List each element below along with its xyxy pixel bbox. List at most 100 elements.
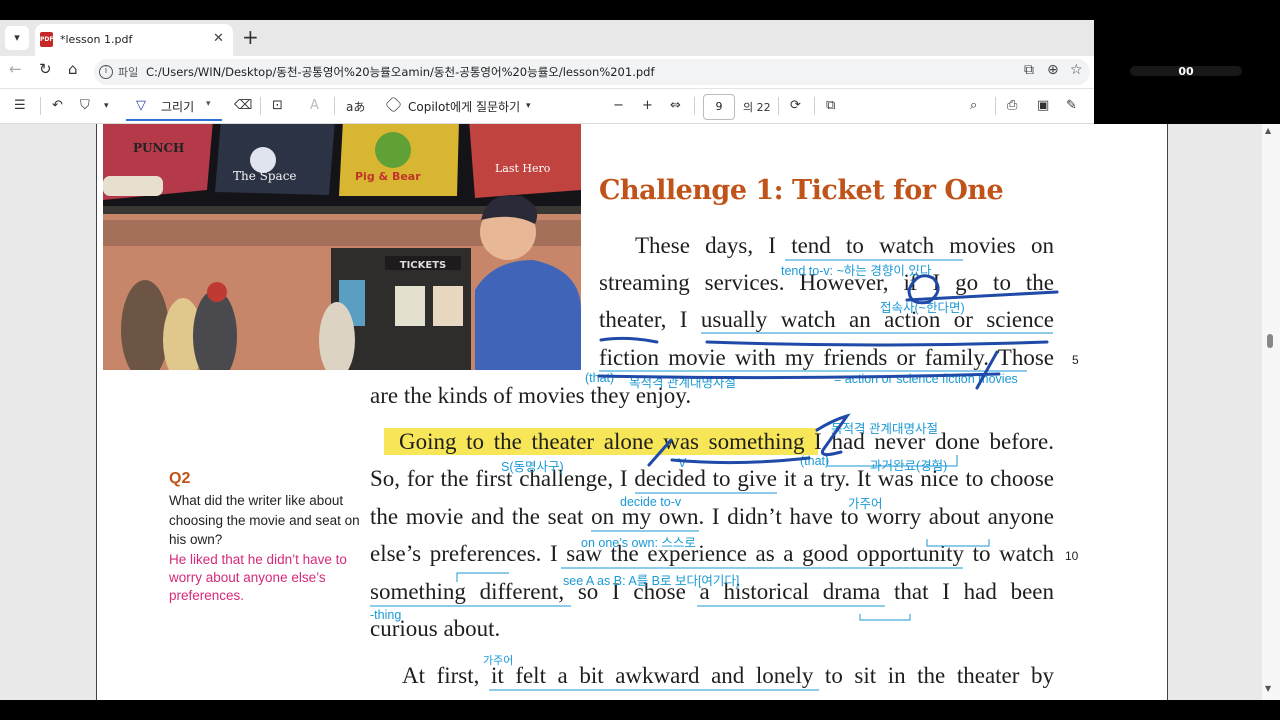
tab-strip: ▾ PDF *lesson 1.pdf ✕ + — [0, 20, 1094, 56]
poster-the-space: The Space — [233, 169, 297, 183]
zoom-in-icon[interactable]: + — [642, 98, 653, 113]
copilot-icon — [385, 96, 402, 113]
note-conjunction: 접속사(~한다면) — [880, 301, 965, 315]
bracket-that-i-had — [859, 614, 911, 621]
undo-icon[interactable]: ↶ — [52, 98, 63, 113]
save-icon[interactable]: ▣ — [1037, 98, 1049, 113]
text-line-3: theater, I usually watch an action or sc… — [599, 307, 1054, 332]
movie-theater-illustration: PUNCH The Space Pig & Bear Last Hero TIC… — [103, 124, 581, 370]
ink-underline-was-something — [670, 456, 811, 465]
back-arrow-icon[interactable]: ← — [9, 60, 22, 78]
pdf-page: PUNCH The Space Pig & Bear Last Hero TIC… — [96, 124, 1168, 700]
note-dummy-subject-2: 가주어 — [483, 655, 514, 667]
text-line-4: fiction movie with my friends or family.… — [599, 345, 1054, 370]
pen-icon: ▽ — [136, 98, 146, 113]
poster-last-hero: Last Hero — [495, 162, 551, 175]
overlay-timer: 00 — [1178, 65, 1194, 78]
draw-chevron-icon[interactable]: ▾ — [206, 99, 211, 109]
toolbar-divider — [334, 97, 335, 115]
ink-underline-theater — [599, 336, 659, 344]
toolbar-divider — [694, 97, 695, 115]
favorite-star-icon[interactable]: ☆ — [1070, 62, 1083, 78]
pdf-file-icon: PDF — [40, 32, 53, 47]
tab-title: *lesson 1.pdf — [60, 33, 133, 46]
illustration-drawing: PUNCH The Space Pig & Bear Last Hero TIC… — [103, 124, 581, 370]
draw-button[interactable]: ▽ 그리기 ▾ — [126, 93, 222, 121]
scroll-up-arrow-icon[interactable]: ▲ — [1265, 126, 1271, 135]
highlight-icon[interactable]: ⛉ — [80, 98, 90, 113]
toolbar-divider — [40, 97, 41, 115]
add-text-icon[interactable]: ⊡ — [272, 98, 283, 113]
question-answer: He liked that he didn’t have to worry ab… — [169, 552, 347, 603]
question-text: What did the writer like about choosing … — [169, 493, 360, 547]
question-title: Q2 — [169, 470, 191, 487]
bottom-black-bar — [0, 700, 1280, 720]
home-icon[interactable]: ⌂ — [68, 60, 78, 78]
note-action-movies: = action or science fiction movies — [834, 372, 1018, 386]
fit-page-icon[interactable]: ⇔ — [670, 98, 681, 113]
search-icon[interactable]: ⌕ — [970, 98, 977, 113]
tab-lesson-pdf[interactable]: PDF *lesson 1.pdf ✕ — [35, 24, 233, 56]
top-black-bar — [0, 0, 1280, 20]
note-verb: V — [678, 456, 687, 470]
note-gerund-subject: S(동명사구) — [501, 460, 564, 474]
eraser-icon[interactable]: ⌫ — [234, 98, 252, 113]
info-icon[interactable]: i — [99, 65, 113, 79]
page-total: 의 22 — [743, 101, 771, 114]
note-past-perfect: 과거완료(경험) — [870, 459, 948, 473]
note-thing: -thing — [370, 608, 402, 622]
read-aloud-icon[interactable]: ⧉ — [1024, 62, 1034, 78]
tab-list-chevron-icon[interactable]: ▾ — [5, 26, 29, 50]
close-tab-icon[interactable]: ✕ — [213, 31, 224, 46]
vertical-scrollbar[interactable]: ▲ ▼ — [1262, 124, 1280, 700]
challenge-heading: Challenge 1: Ticket for One — [599, 175, 1004, 206]
contents-list-icon[interactable]: ☰ — [14, 98, 26, 113]
refresh-icon[interactable]: ↻ — [39, 60, 52, 78]
zoom-icon[interactable]: ⊕ — [1047, 62, 1059, 78]
note-that-2: (that) — [800, 454, 830, 468]
note-decide-to: decide to-v — [620, 495, 682, 509]
page-view-icon[interactable]: ⧉ — [826, 98, 835, 113]
line-number-5: 5 — [1072, 353, 1079, 367]
page-number-input[interactable]: 9 — [703, 94, 735, 120]
line-number-10: 10 — [1065, 549, 1079, 563]
scroll-down-arrow-icon[interactable]: ▼ — [1265, 684, 1271, 693]
address-row: ← ↻ ⌂ i 파일 C:/Users/WIN/Desktop/동천-공통영어%… — [0, 56, 1094, 88]
draw-label: 그리기 — [161, 100, 195, 114]
note-tend-to: tend to-v: ~하는 경향이 있다 — [781, 264, 932, 278]
copilot-button[interactable]: Copilot에게 질문하기 — [408, 98, 520, 115]
poster-pig-bear: Pig & Bear — [355, 170, 421, 183]
text-line-9: else’s preferences. I saw the experience… — [370, 541, 1054, 566]
note-relative-clause-1: 목적격 관계대명사절 — [629, 376, 736, 390]
browser-window: ▾ PDF *lesson 1.pdf ✕ + ← ↻ ⌂ i 파일 C:/Us… — [0, 20, 1094, 124]
copilot-chevron-icon[interactable]: ▾ — [526, 101, 531, 111]
text-format-icon: A — [310, 98, 319, 113]
scroll-thumb[interactable] — [1267, 334, 1273, 348]
text-line-6: Going to the theater alone was something… — [399, 429, 1054, 454]
toolbar-divider — [260, 97, 261, 115]
video-overlay: 00 — [1094, 20, 1280, 124]
note-that-1: (that) — [585, 371, 615, 385]
toolbar-divider — [995, 97, 996, 115]
url-text[interactable]: C:/Users/WIN/Desktop/동천-공통영어%20능률오amin/동… — [146, 64, 655, 80]
toolbar-divider — [778, 97, 779, 115]
poster-punch: PUNCH — [133, 141, 184, 155]
print-icon[interactable]: ⎙ — [1007, 98, 1017, 113]
tickets-sign: TICKETS — [400, 260, 446, 271]
rotate-icon[interactable]: ⟳ — [790, 98, 801, 113]
note-dummy-subject-1: 가주어 — [848, 497, 883, 511]
zoom-out-icon[interactable]: − — [613, 98, 624, 113]
text-line-8: the movie and the seat on my own. I didn… — [370, 504, 1054, 529]
note-see-a-as-b: see A as B: A를 B로 보다[여기다] — [563, 574, 740, 588]
new-tab-plus-icon[interactable]: + — [242, 25, 259, 49]
highlight-chevron-icon[interactable]: ▾ — [104, 101, 109, 111]
pdf-viewer[interactable]: PUNCH The Space Pig & Bear Last Hero TIC… — [0, 124, 1280, 700]
save-as-icon[interactable]: ✎ — [1066, 98, 1077, 113]
note-relative-clause-2: 목적격 관계대명사절 — [831, 422, 938, 436]
file-scheme-label: 파일 — [118, 66, 139, 79]
immersive-reader-icon[interactable]: aあ — [346, 98, 365, 115]
pdf-toolbar: ☰ ↶ ⛉ ▾ ▽ 그리기 ▾ ⌫ ⊡ A aあ Copilot에게 질문하기 … — [0, 88, 1094, 124]
address-bar[interactable]: i 파일 C:/Users/WIN/Desktop/동천-공통영어%20능률오a… — [94, 59, 1090, 85]
text-line-7: So, for the first challenge, I decided t… — [370, 466, 1054, 491]
note-on-ones-own: on one’s own: 스스로 — [581, 536, 696, 550]
